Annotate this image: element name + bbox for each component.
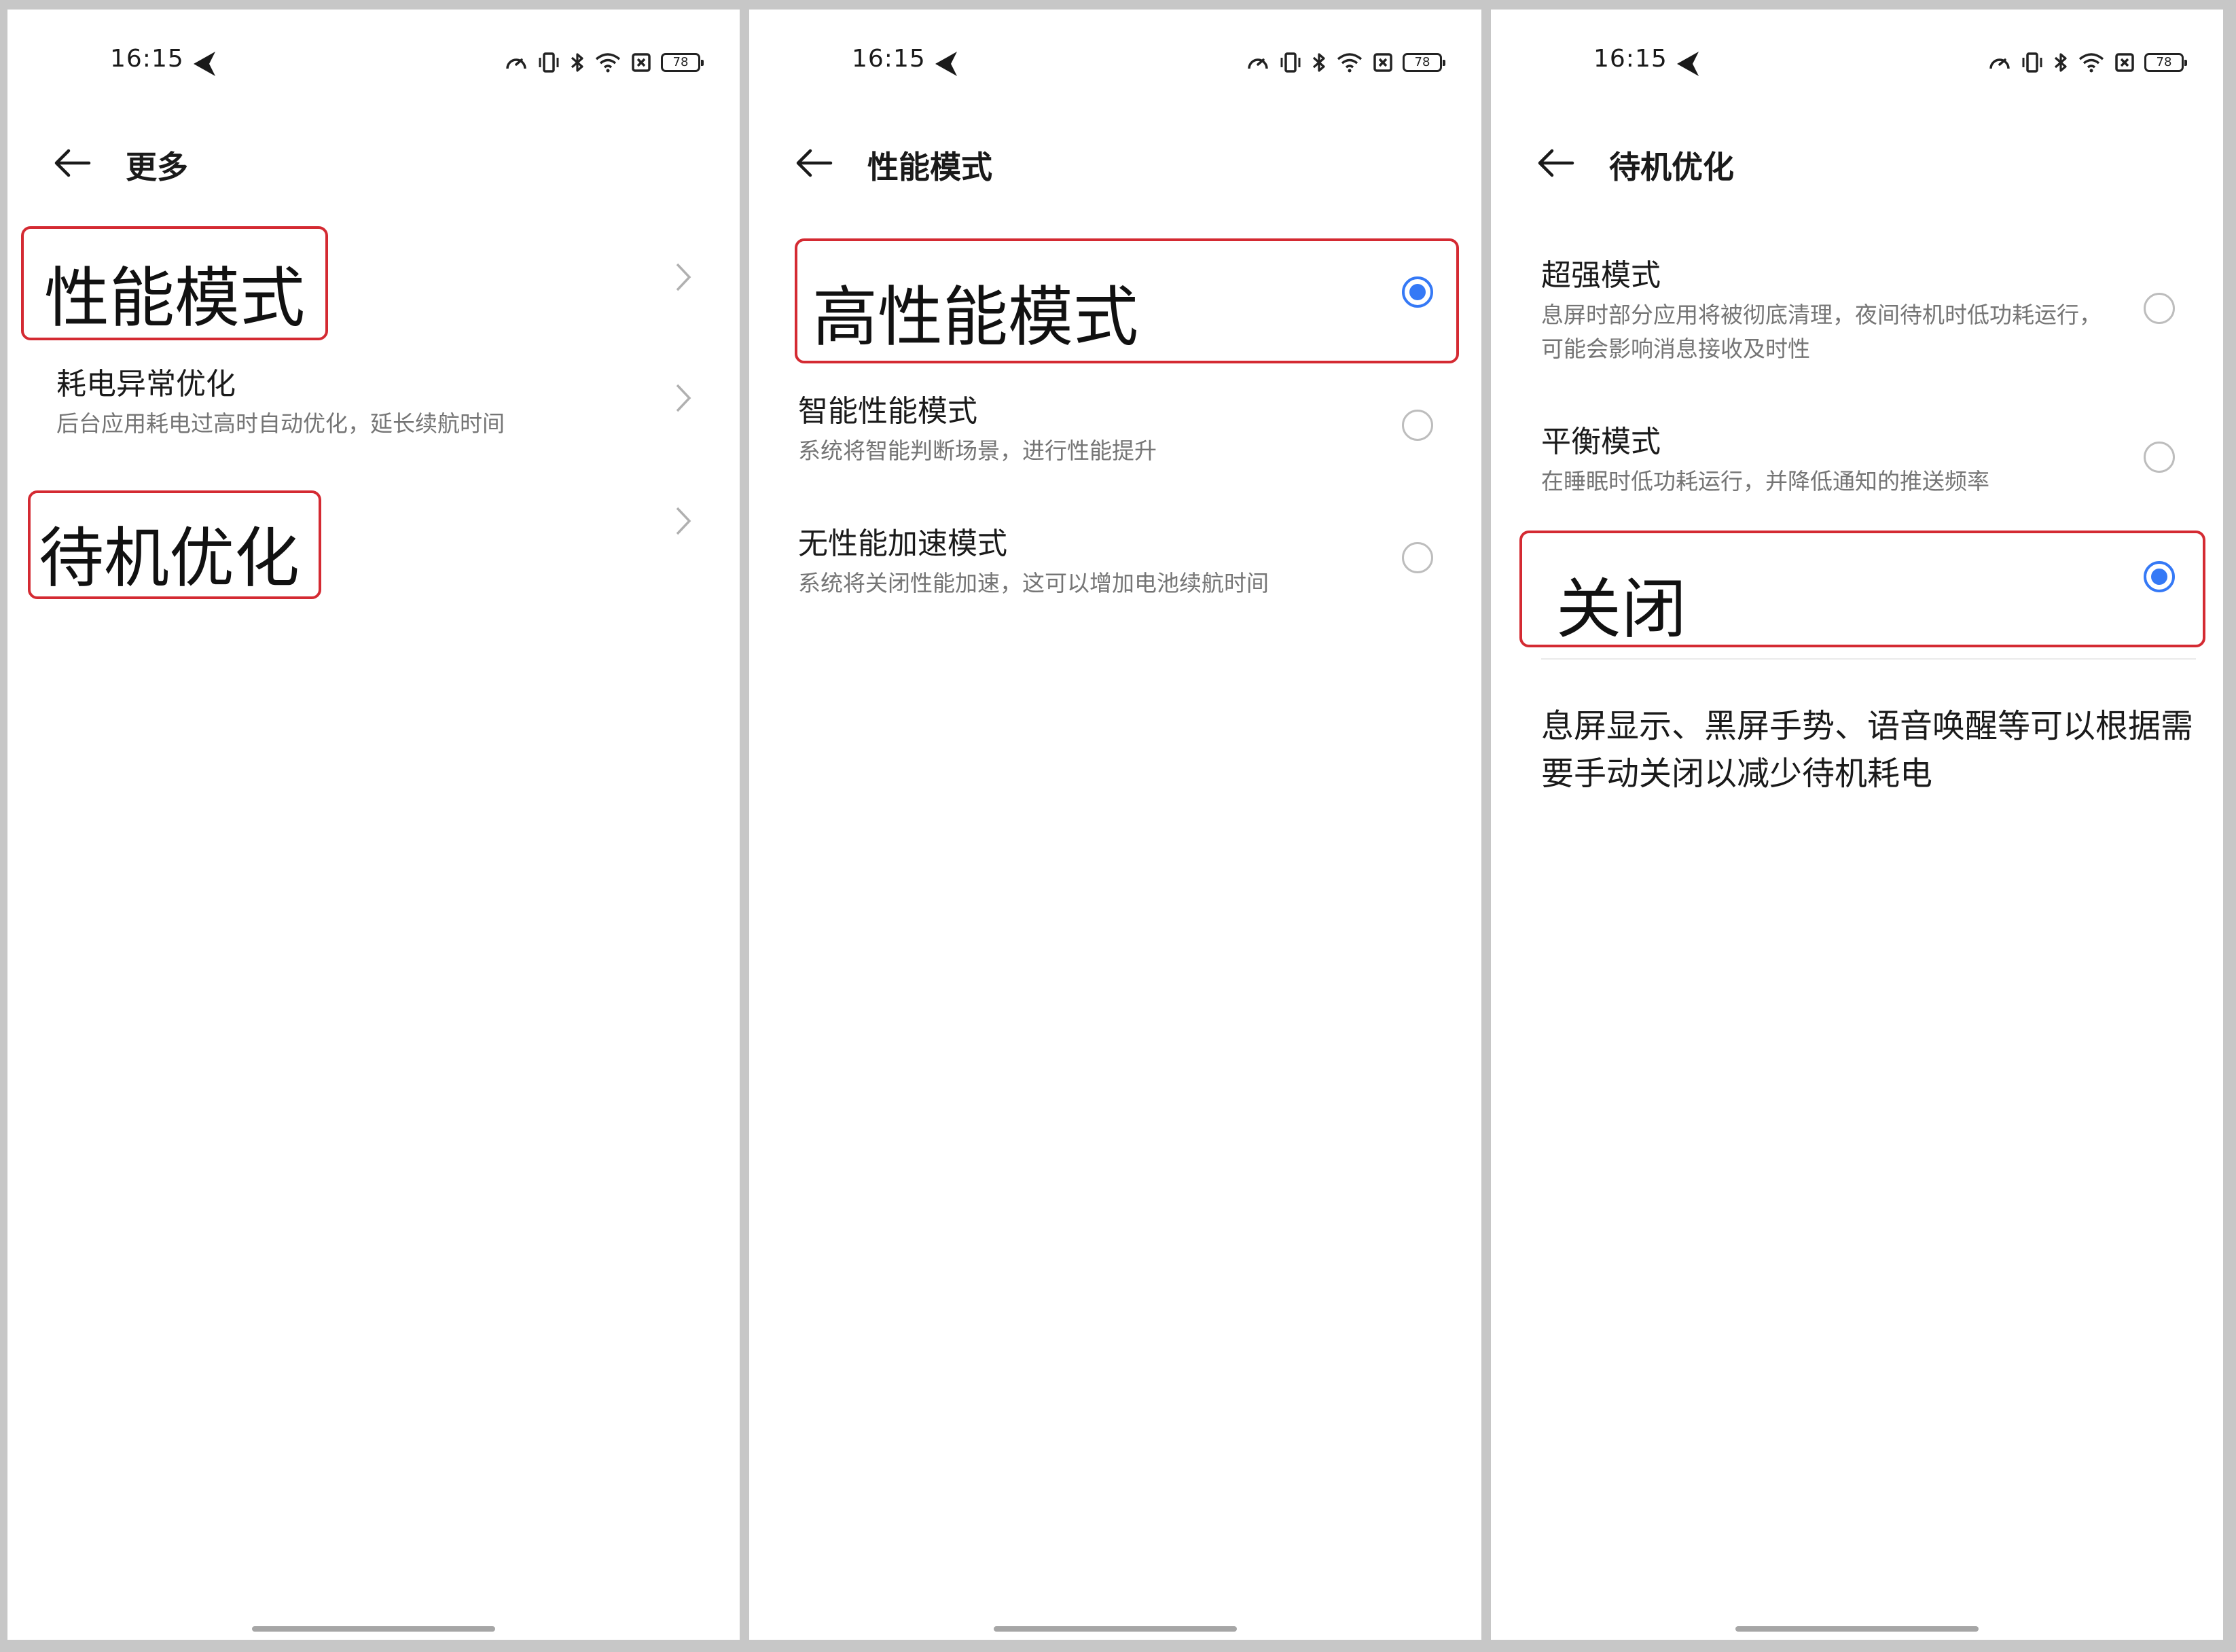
page-title: 待机优化 xyxy=(1609,149,1734,185)
menu-item-title: 性能模式 xyxy=(44,260,305,336)
divider xyxy=(1541,658,2196,660)
radio-button[interactable] xyxy=(1402,410,1433,441)
chevron-right-icon xyxy=(676,507,691,535)
option-subtitle: 系统将智能判断场景，进行性能提升 xyxy=(798,437,1157,464)
option-title: 高性能模式 xyxy=(812,279,1138,355)
home-indicator[interactable] xyxy=(994,1626,1237,1632)
bluetooth-icon xyxy=(571,53,583,72)
back-arrow-icon[interactable] xyxy=(52,148,92,178)
menu-item-performance-mode[interactable]: 性能模式 xyxy=(7,217,740,340)
back-arrow-icon[interactable] xyxy=(794,148,833,178)
radio-button[interactable] xyxy=(2144,293,2175,324)
screen-standby-optimization: 16:15 78 待机优化 超强模式 息屏时部分应用将被彻底清理，夜间待机时低功… xyxy=(1491,10,2223,1640)
navigation-arrow-icon xyxy=(194,52,215,76)
battery-icon: 78 xyxy=(661,53,704,72)
page-header: 更多 xyxy=(7,132,740,193)
sim-blocked-icon xyxy=(1373,53,1392,72)
menu-item-subtitle: 后台应用耗电过高时自动优化，延长续航时间 xyxy=(56,410,505,437)
back-arrow-icon[interactable] xyxy=(1536,148,1575,178)
chevron-right-icon xyxy=(676,263,691,291)
speedometer-icon xyxy=(506,58,526,69)
radio-button-selected[interactable] xyxy=(1402,276,1433,308)
option-title: 无性能加速模式 xyxy=(798,526,1007,561)
battery-icon: 78 xyxy=(1403,53,1445,72)
option-subtitle: 息屏时部分应用将被彻底清理，夜间待机时低功耗运行，可能会影响消息接收及时性 xyxy=(1541,302,2102,362)
status-bar: 16:15 78 xyxy=(1491,10,2223,98)
option-subtitle: 在睡眠时低功耗运行，并降低通知的推送频率 xyxy=(1541,468,1989,495)
page-title: 性能模式 xyxy=(867,149,992,185)
option-off[interactable]: 关闭 xyxy=(1491,522,2223,651)
page-header: 性能模式 xyxy=(749,132,1481,193)
navigation-arrow-icon xyxy=(935,52,957,76)
status-icons: 78 xyxy=(1246,52,1445,73)
vibrate-icon xyxy=(2022,52,2042,73)
footnote: 息屏显示、黑屏手势、语音唤醒等可以根据需要手动关闭以减少待机耗电 xyxy=(1541,707,2194,793)
option-title: 平衡模式 xyxy=(1541,425,1661,459)
chevron-right-icon xyxy=(676,384,691,412)
menu-item-title: 待机优化 xyxy=(39,520,300,596)
speedometer-icon xyxy=(1248,58,1268,69)
option-super-mode[interactable]: 超强模式 息屏时部分应用将被彻底清理，夜间待机时低功耗运行，可能会影响消息接收及… xyxy=(1491,244,2223,380)
screen-performance-mode: 16:15 78 性能模式 高性能模式 智能性能模式 系统将智能判断场景，进行性… xyxy=(749,10,1481,1640)
menu-item-power-anomaly[interactable]: 耗电异常优化 后台应用耗电过高时自动优化，延长续航时间 xyxy=(7,353,740,454)
wifi-icon xyxy=(2078,53,2104,73)
sim-blocked-icon xyxy=(632,53,651,72)
wifi-icon xyxy=(1337,53,1363,73)
menu-item-standby-optimization[interactable]: 待机优化 xyxy=(7,478,740,607)
option-balanced-mode[interactable]: 平衡模式 在睡眠时低功耗运行，并降低通知的推送频率 xyxy=(1491,410,2223,512)
page-title: 更多 xyxy=(126,149,188,185)
option-high-performance[interactable]: 高性能模式 xyxy=(749,230,1481,366)
radio-button-selected[interactable] xyxy=(2144,561,2175,592)
option-subtitle: 系统将关闭性能加速，这可以增加电池续航时间 xyxy=(798,570,1269,596)
option-title: 超强模式 xyxy=(1541,258,1661,293)
vibrate-icon xyxy=(539,52,559,73)
status-icons: 78 xyxy=(505,52,704,73)
menu-item-title: 耗电异常优化 xyxy=(56,367,236,401)
radio-button[interactable] xyxy=(1402,542,1433,573)
bluetooth-icon xyxy=(1312,53,1325,72)
speedometer-icon xyxy=(1989,58,2010,69)
screen-more: 16:15 78 更多 性能模式 耗电异常优化 后台应用耗电过高时自动优化，延长… xyxy=(7,10,740,1640)
option-title: 智能性能模式 xyxy=(798,394,977,429)
radio-button[interactable] xyxy=(2144,442,2175,473)
navigation-arrow-icon xyxy=(1677,52,1699,76)
vibrate-icon xyxy=(1280,52,1301,73)
wifi-icon xyxy=(595,53,621,73)
option-title: 关闭 xyxy=(1556,571,1687,647)
page-header: 待机优化 xyxy=(1491,132,2223,193)
status-time: 16:15 xyxy=(110,45,184,73)
status-bar: 16:15 78 xyxy=(749,10,1481,98)
status-icons: 78 xyxy=(1988,52,2187,73)
home-indicator[interactable] xyxy=(252,1626,495,1632)
option-smart-performance[interactable]: 智能性能模式 系统将智能判断场景，进行性能提升 xyxy=(749,380,1481,488)
status-time: 16:15 xyxy=(852,45,926,73)
battery-icon: 78 xyxy=(2144,53,2187,72)
sim-blocked-icon xyxy=(2115,53,2134,72)
home-indicator[interactable] xyxy=(1735,1626,1979,1632)
status-time: 16:15 xyxy=(1593,45,1667,73)
option-no-acceleration[interactable]: 无性能加速模式 系统将关闭性能加速，这可以增加电池续航时间 xyxy=(749,512,1481,621)
bluetooth-icon xyxy=(2054,53,2067,72)
status-bar: 16:15 78 xyxy=(7,10,740,98)
